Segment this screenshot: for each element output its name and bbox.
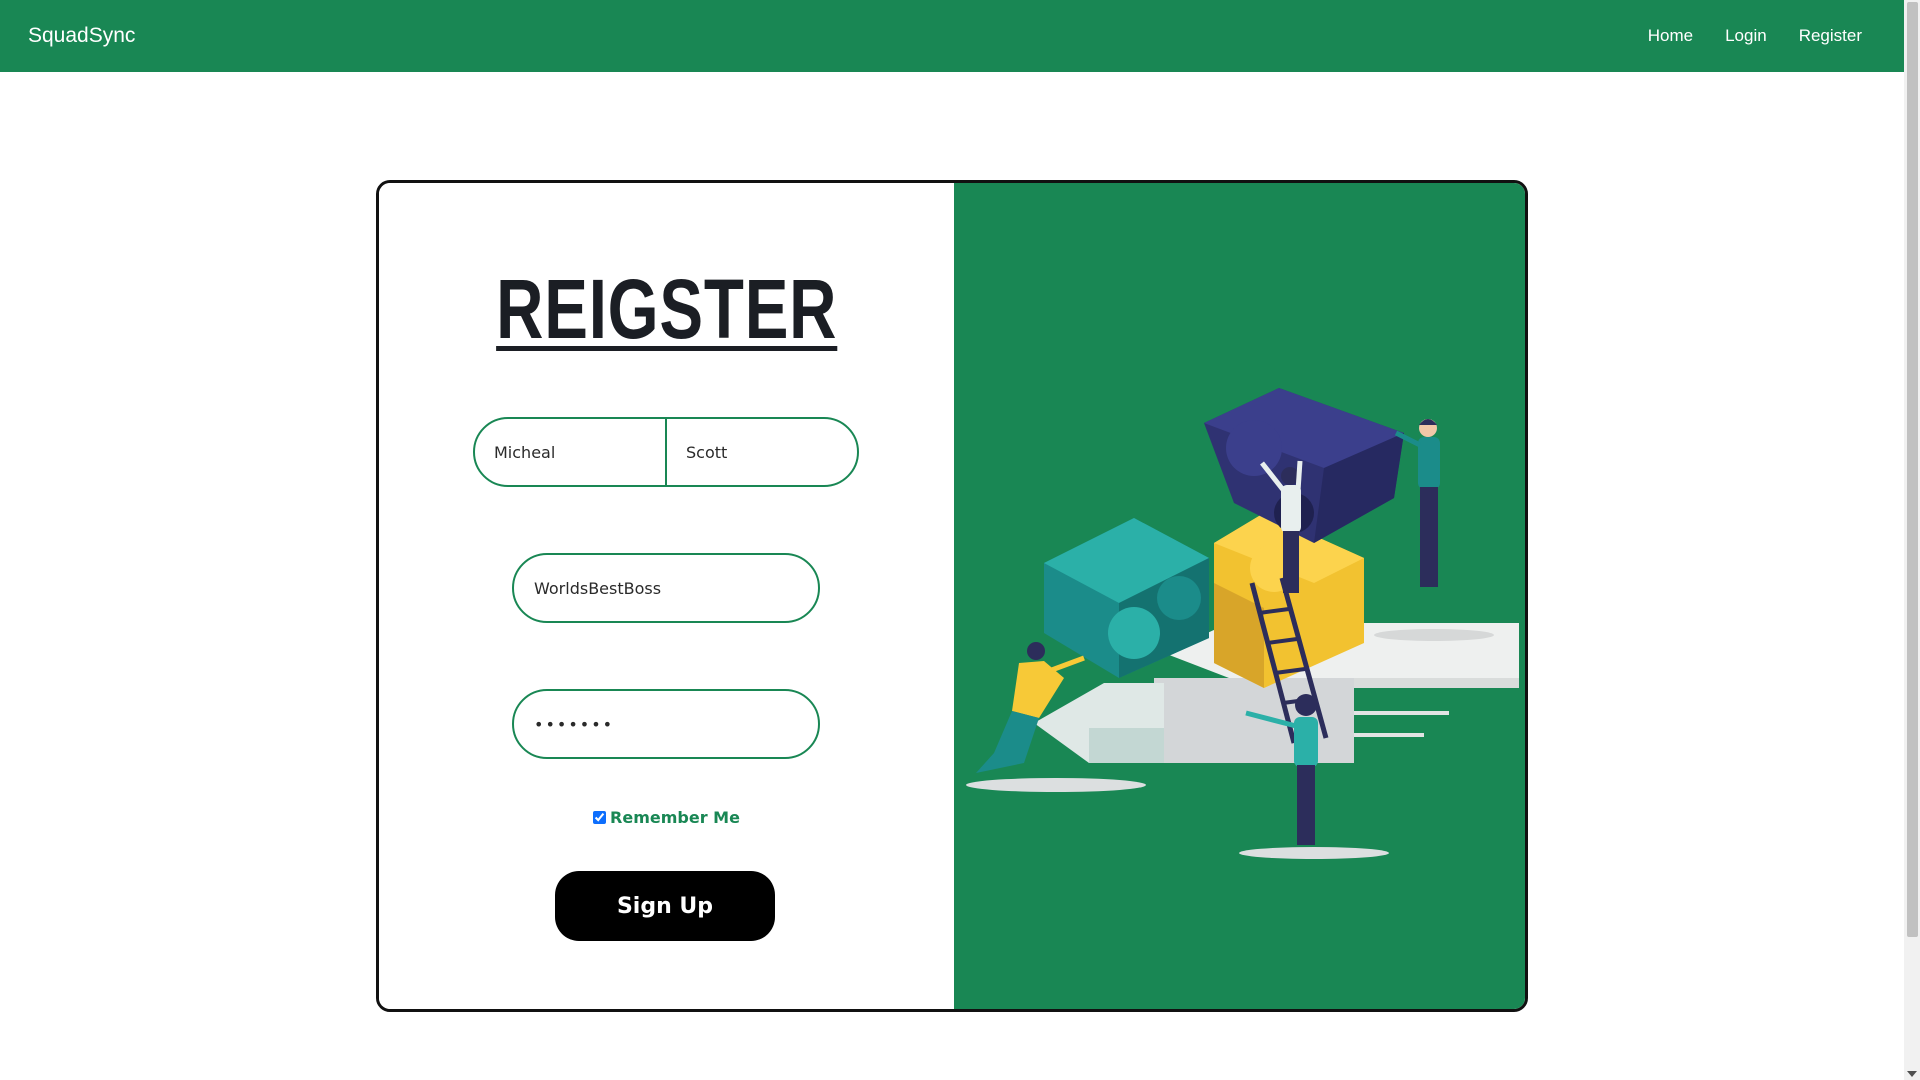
register-heading: REIGSTER bbox=[495, 262, 838, 356]
first-name-input[interactable] bbox=[475, 419, 665, 485]
password-input[interactable] bbox=[512, 689, 820, 759]
remember-me-checkbox[interactable] bbox=[593, 811, 607, 824]
remember-me-row: Remember Me bbox=[379, 808, 954, 827]
register-form-panel: REIGSTER Remember Me Sign Up bbox=[379, 183, 954, 1009]
scrollbar-thumb[interactable] bbox=[1907, 2, 1918, 937]
remember-me-label[interactable]: Remember Me bbox=[610, 808, 740, 827]
nav-link-login[interactable]: Login bbox=[1725, 26, 1767, 46]
username-input[interactable] bbox=[512, 553, 820, 623]
page-title: REIGSTER bbox=[379, 261, 954, 358]
sign-up-button[interactable]: Sign Up bbox=[555, 871, 775, 941]
brand-logo-text[interactable]: SquadSync bbox=[28, 24, 135, 48]
nav-links: Home Login Register bbox=[1648, 26, 1862, 46]
vertical-scrollbar[interactable] bbox=[1904, 0, 1920, 1080]
scroll-down-arrow-icon[interactable] bbox=[1907, 1071, 1917, 1077]
register-card: REIGSTER Remember Me Sign Up bbox=[376, 180, 1528, 1012]
nav-link-home[interactable]: Home bbox=[1648, 26, 1693, 46]
nav-link-register[interactable]: Register bbox=[1799, 26, 1862, 46]
last-name-input[interactable] bbox=[667, 419, 857, 485]
name-input-group bbox=[473, 417, 859, 487]
navbar: SquadSync Home Login Register bbox=[0, 0, 1904, 72]
teamwork-puzzle-illustration-icon bbox=[966, 388, 1519, 859]
illustration-panel bbox=[954, 183, 1525, 1009]
